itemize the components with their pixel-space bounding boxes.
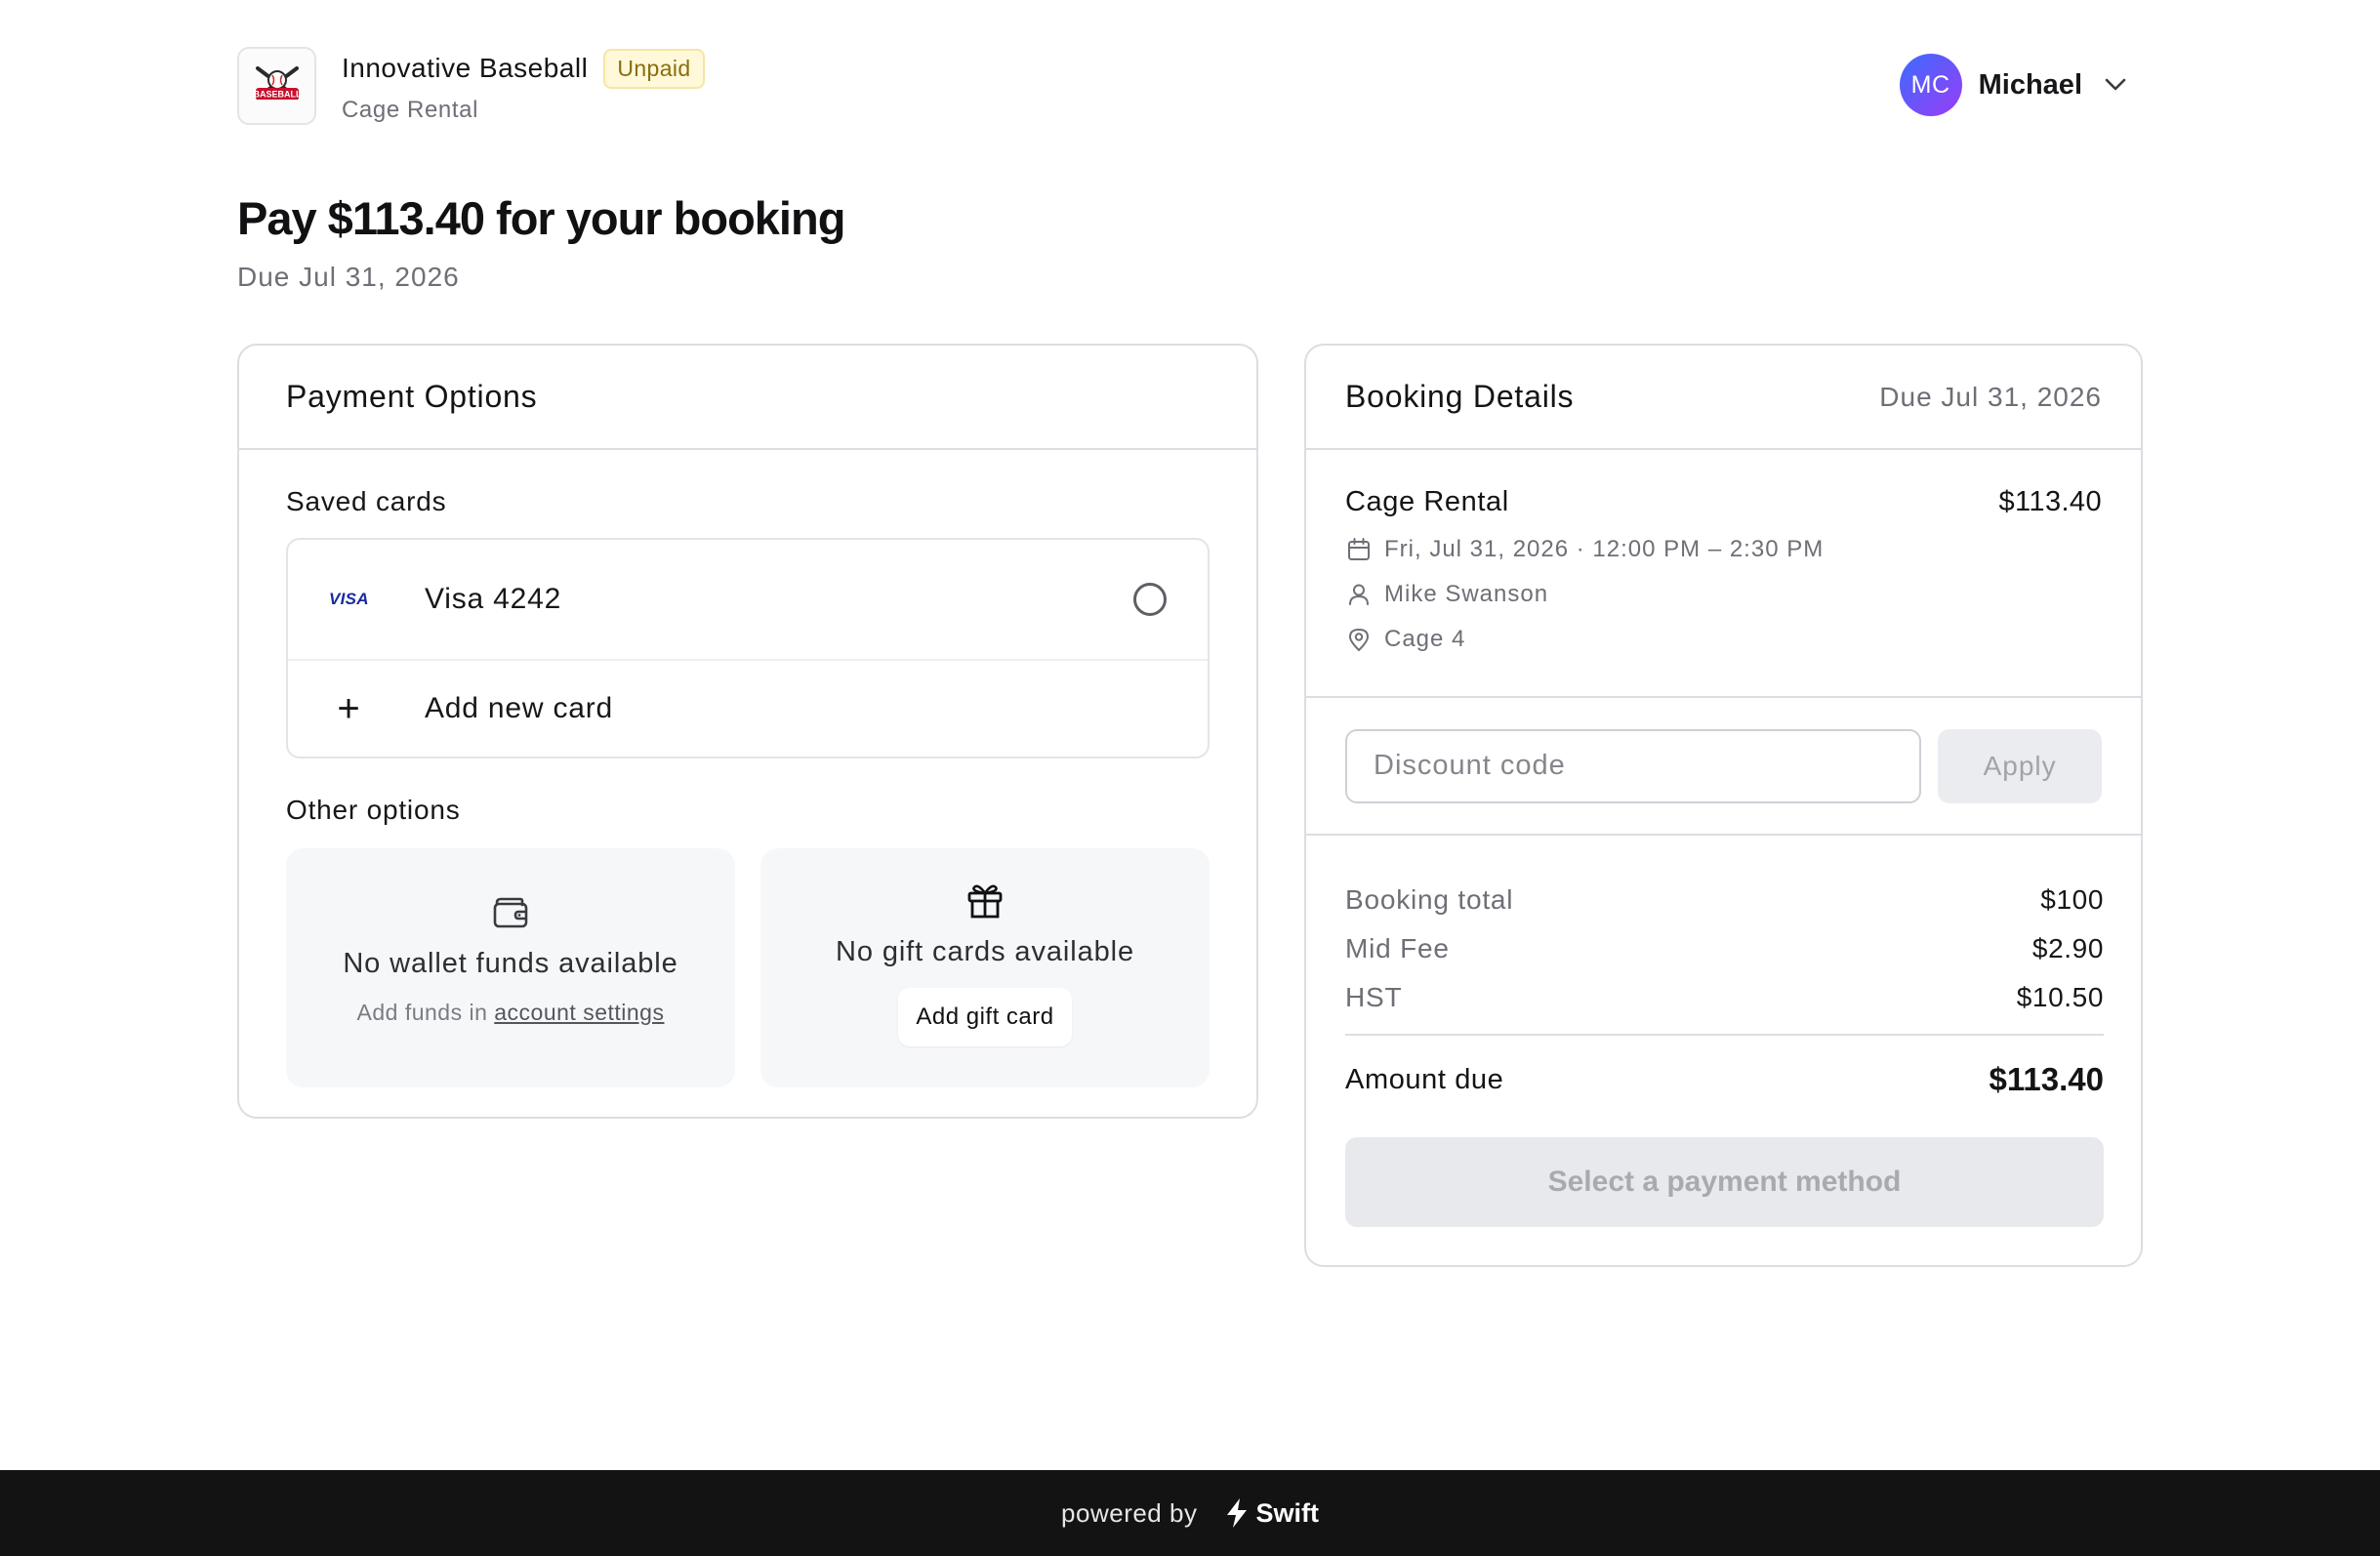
totals-label: Mid Fee — [1345, 933, 1450, 963]
user-name: Michael — [1978, 68, 2082, 101]
chevron-down-icon[interactable] — [2102, 71, 2129, 99]
footer: powered by Swift — [0, 1470, 2380, 1556]
totals-value: $100 — [2040, 884, 2104, 915]
payment-options-title: Payment Options — [286, 379, 538, 414]
booking-person: Mike Swanson — [1345, 581, 2102, 608]
totals-value: $2.90 — [2031, 933, 2104, 963]
totals-row: HST $10.50 — [1345, 973, 2104, 1022]
gift-card-option: No gift cards available Add gift card — [760, 848, 1210, 1087]
add-gift-card-button[interactable]: Add gift card — [898, 988, 1072, 1046]
booking-datetime-text: Fri, Jul 31, 2026 · 12:00 PM – 2:30 PM — [1384, 536, 1825, 562]
add-new-card-label: Add new card — [425, 692, 614, 724]
booking-item-price: $113.40 — [1998, 486, 2102, 517]
booking-location: Cage 4 — [1345, 626, 2102, 653]
calendar-icon — [1345, 536, 1373, 563]
brand-text: Innovative Baseball Unpaid Cage Rental — [342, 48, 705, 124]
totals-list: Booking total $100 Mid Fee $2.90 HST $10… — [1345, 876, 2104, 1022]
booking-due-date: Due Jul 31, 2026 — [1879, 381, 2102, 412]
apply-discount-button[interactable]: Apply — [1938, 728, 2102, 803]
baseball-logo-icon: BASEBALL — [253, 66, 302, 100]
booking-details-title: Booking Details — [1345, 379, 1575, 414]
saved-card-radio[interactable] — [1133, 583, 1167, 616]
discount-code-input[interactable] — [1345, 728, 1922, 803]
booking-details-header: Booking Details Due Jul 31, 2026 — [1306, 346, 2141, 450]
totals-label: HST — [1345, 982, 1403, 1012]
powered-by-text: powered by — [1061, 1497, 1198, 1528]
account-settings-link[interactable]: account settings — [494, 1000, 664, 1025]
booking-datetime: Fri, Jul 31, 2026 · 12:00 PM – 2:30 PM — [1345, 536, 2102, 563]
discount-section: Apply — [1306, 698, 2141, 836]
org-name: Innovative Baseball — [342, 53, 589, 83]
amount-due-row: Amount due $113.40 — [1345, 1061, 2104, 1098]
totals-value: $10.50 — [2016, 982, 2104, 1012]
swift-brand-name: Swift — [1255, 1497, 1319, 1528]
booking-location-text: Cage 4 — [1384, 626, 1466, 652]
status-badge: Unpaid — [603, 48, 705, 89]
amount-due-value: $113.40 — [1989, 1061, 2104, 1097]
user-icon — [1345, 581, 1373, 608]
totals-divider — [1345, 1034, 2104, 1036]
booking-details-card: Booking Details Due Jul 31, 2026 Cage Re… — [1304, 344, 2143, 1267]
wallet-hint: Add funds in account settings — [357, 1000, 665, 1026]
gift-empty-title: No gift cards available — [835, 936, 1134, 967]
org-logo: BASEBALL — [237, 47, 316, 125]
totals-row: Booking total $100 — [1345, 876, 2104, 924]
booking-item-name: Cage Rental — [1345, 486, 1509, 517]
avatar: MC — [1899, 54, 1962, 116]
brand-header: BASEBALL Innovative Baseball Unpaid Cage… — [237, 47, 705, 125]
plus-icon: + — [337, 687, 360, 730]
wallet-hint-prefix: Add funds in — [356, 1000, 488, 1025]
amount-due-label: Amount due — [1345, 1063, 1504, 1095]
wallet-icon — [493, 897, 528, 928]
saved-cards-label: Saved cards — [286, 486, 447, 516]
user-menu[interactable]: MC Michael — [1899, 54, 2129, 116]
wallet-option: No wallet funds available Add funds in a… — [286, 848, 735, 1087]
saved-cards-list: VISA Visa 4242 + Add new card — [286, 538, 1210, 758]
add-new-card-button[interactable]: + Add new card — [288, 661, 1208, 757]
payment-options-card: Payment Options Saved cards VISA Visa 42… — [237, 344, 1258, 1119]
wallet-empty-title: No wallet funds available — [343, 948, 678, 979]
booking-person-text: Mike Swanson — [1384, 581, 1549, 607]
svg-text:BASEBALL: BASEBALL — [253, 90, 302, 100]
select-payment-method-button[interactable]: Select a payment method — [1345, 1137, 2104, 1227]
visa-icon: VISA — [329, 590, 369, 608]
page-due-date: Due Jul 31, 2026 — [237, 262, 460, 292]
saved-card-row[interactable]: VISA Visa 4242 — [288, 540, 1208, 661]
totals-row: Mid Fee $2.90 — [1345, 924, 2104, 973]
swift-logo-icon — [1227, 1498, 1248, 1528]
booking-item: Cage Rental $113.40 Fri, Jul 31, 2026 · … — [1306, 450, 2141, 698]
payment-options-header: Payment Options — [239, 346, 1256, 450]
saved-card-label: Visa 4242 — [425, 583, 562, 615]
map-pin-icon — [1345, 626, 1373, 653]
org-subtitle: Cage Rental — [342, 96, 479, 123]
payment-page: BASEBALL Innovative Baseball Unpaid Cage… — [0, 0, 2380, 1556]
page-title: Pay $113.40 for your booking — [237, 192, 845, 244]
other-options-label: Other options — [286, 795, 461, 825]
totals-label: Booking total — [1345, 884, 1514, 915]
gift-icon — [967, 884, 1003, 919]
